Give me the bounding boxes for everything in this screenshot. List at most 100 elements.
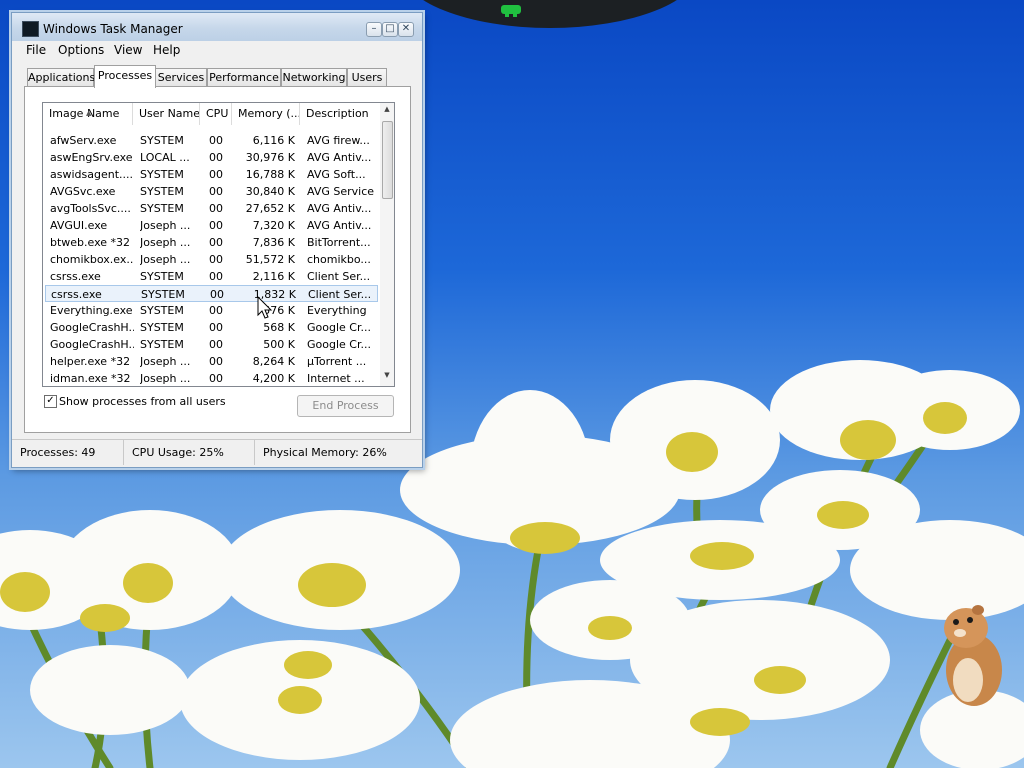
process-memory: 8,264 K (252, 355, 295, 368)
process-cpu: 00 (209, 372, 223, 385)
end-process-button[interactable]: End Process (297, 395, 394, 417)
status-cpu-usage: CPU Usage: 25% (124, 440, 255, 465)
hamster-mascot-icon (944, 605, 1002, 706)
title-bar[interactable]: Windows Task Manager – □ ✕ (12, 13, 422, 41)
process-row[interactable]: GoogleCrashH... SYSTEM 00 500 K Google Cr... (45, 336, 378, 353)
tab-networking[interactable]: Networking (281, 68, 347, 87)
mouse-cursor-icon (257, 296, 273, 319)
process-image-name: csrss.exe (50, 270, 101, 283)
tab-applications[interactable]: Applications (27, 68, 95, 87)
process-description: AVG firew... (307, 134, 370, 147)
process-list[interactable]: ▲ Image Name User Name CPU Memory (... D… (42, 102, 395, 387)
process-memory: 4,200 K (252, 372, 295, 385)
process-row[interactable]: csrss.exe SYSTEM 00 2,116 K Client Ser... (45, 268, 378, 285)
sort-ascending-icon: ▲ (86, 109, 92, 117)
maximize-button[interactable]: □ (382, 22, 398, 37)
process-user-name: Joseph ... (140, 355, 191, 368)
minimize-button[interactable]: – (366, 22, 382, 37)
process-cpu: 00 (209, 355, 223, 368)
process-cpu: 00 (209, 168, 223, 181)
show-all-users-label: Show processes from all users (59, 395, 226, 408)
list-header: ▲ Image Name User Name CPU Memory (... D… (43, 103, 380, 125)
task-manager-icon (22, 21, 39, 37)
status-bar: Processes: 49 CPU Usage: 25% Physical Me… (12, 439, 422, 467)
column-description[interactable]: Description (300, 103, 380, 125)
status-physical-memory: Physical Memory: 26% (263, 446, 387, 459)
process-description: AVG Soft... (307, 168, 366, 181)
process-image-name: idman.exe *32 (50, 372, 131, 385)
process-cpu: 00 (209, 134, 223, 147)
process-row[interactable]: aswidsagent.... SYSTEM 00 16,788 K AVG Soft.… (45, 166, 378, 183)
scroll-thumb[interactable] (382, 121, 393, 199)
process-cpu: 00 (209, 151, 223, 164)
process-row[interactable]: helper.exe *32 Joseph ... 00 8,264 K µTorren… (45, 353, 378, 370)
process-row[interactable]: AVGSvc.exe SYSTEM 00 30,840 K AVG Service (45, 183, 378, 200)
process-cpu: 00 (209, 185, 223, 198)
process-image-name: GoogleCrashH... (50, 321, 134, 334)
process-description: Client Ser... (308, 288, 372, 301)
menu-file[interactable]: File (26, 43, 46, 57)
process-description: µTorrent ... (307, 355, 367, 368)
process-cpu: 00 (209, 338, 223, 351)
tab-processes[interactable]: Processes (94, 65, 156, 88)
process-row[interactable]: afwServ.exe SYSTEM 00 6,116 K AVG firew... (45, 132, 378, 149)
column-image-name[interactable]: ▲ Image Name (43, 103, 133, 125)
process-user-name: Joseph ... (140, 219, 191, 232)
process-image-name: AVGSvc.exe (50, 185, 116, 198)
process-row[interactable]: AVGUI.exe Joseph ... 00 7,320 K AVG Antiv... (45, 217, 378, 234)
column-cpu[interactable]: CPU (200, 103, 232, 125)
window-title: Windows Task Manager (43, 22, 183, 36)
process-row[interactable]: avgToolsSvc.... SYSTEM 00 27,652 K AVG Antiv… (45, 200, 378, 217)
show-all-users-checkbox[interactable]: ✓ (44, 395, 57, 408)
process-memory: 2,116 K (252, 270, 295, 283)
process-row[interactable]: GoogleCrashH... SYSTEM 00 568 K Google Cr... (45, 319, 378, 336)
tab-users[interactable]: Users (347, 68, 387, 87)
process-description: Everything (307, 304, 367, 317)
process-image-name: csrss.exe (51, 288, 102, 301)
scroll-up-icon[interactable]: ▲ (380, 105, 394, 117)
process-cpu: 00 (209, 253, 223, 266)
process-row[interactable]: aswEngSrv.exe LOCAL ... 00 30,976 K AVG Anti… (45, 149, 378, 166)
process-description: AVG Service (307, 185, 375, 198)
menu-options[interactable]: Options (58, 43, 104, 57)
process-cpu: 00 (209, 321, 223, 334)
process-image-name: avgToolsSvc.... (50, 202, 131, 215)
menu-help[interactable]: Help (153, 43, 180, 57)
process-cpu: 00 (209, 202, 223, 215)
process-user-name: Joseph ... (140, 236, 191, 249)
status-processes: Processes: 49 (12, 440, 124, 465)
tab-services[interactable]: Services (155, 68, 207, 87)
menu-view[interactable]: View (114, 43, 142, 57)
process-image-name: helper.exe *32 (50, 355, 131, 368)
process-image-name: afwServ.exe (50, 134, 117, 147)
process-image-name: GoogleCrashH... (50, 338, 134, 351)
task-manager-window: Windows Task Manager – □ ✕ File Options … (11, 12, 423, 468)
process-row[interactable]: chomikbox.ex... Joseph ... 00 51,572 K chomi… (45, 251, 378, 268)
process-user-name: SYSTEM (140, 202, 184, 215)
process-memory: 16,788 K (245, 168, 295, 181)
process-row[interactable]: Everything.exe SYSTEM 00 576 K Everything (45, 302, 378, 319)
process-memory: 30,976 K (245, 151, 295, 164)
process-row[interactable]: idman.exe *32 Joseph ... 00 4,200 K Internet… (45, 370, 378, 386)
column-memory[interactable]: Memory (... (232, 103, 300, 125)
process-description: Internet ... (307, 372, 365, 385)
process-cpu: 00 (209, 236, 223, 249)
process-description: AVG Antiv... (307, 151, 372, 164)
process-row[interactable]: csrss.exe SYSTEM 00 1,832 K Client Ser... (45, 285, 378, 302)
tab-performance[interactable]: Performance (207, 68, 281, 87)
process-row[interactable]: btweb.exe *32 Joseph ... 00 7,836 K BitTorre… (45, 234, 378, 251)
vertical-scrollbar[interactable]: ▲ ▼ (380, 103, 394, 386)
close-button[interactable]: ✕ (398, 22, 414, 37)
process-description: BitTorrent... (307, 236, 371, 249)
process-cpu: 00 (209, 270, 223, 283)
process-description: Google Cr... (307, 321, 371, 334)
process-cpu: 00 (209, 304, 223, 317)
process-image-name: AVGUI.exe (50, 219, 108, 232)
column-user-name[interactable]: User Name (133, 103, 200, 125)
process-cpu: 00 (209, 219, 223, 232)
process-image-name: Everything.exe (50, 304, 133, 317)
scroll-down-icon[interactable]: ▼ (380, 371, 394, 383)
process-user-name: SYSTEM (140, 321, 184, 334)
process-user-name: SYSTEM (140, 134, 184, 147)
process-image-name: aswEngSrv.exe (50, 151, 133, 164)
